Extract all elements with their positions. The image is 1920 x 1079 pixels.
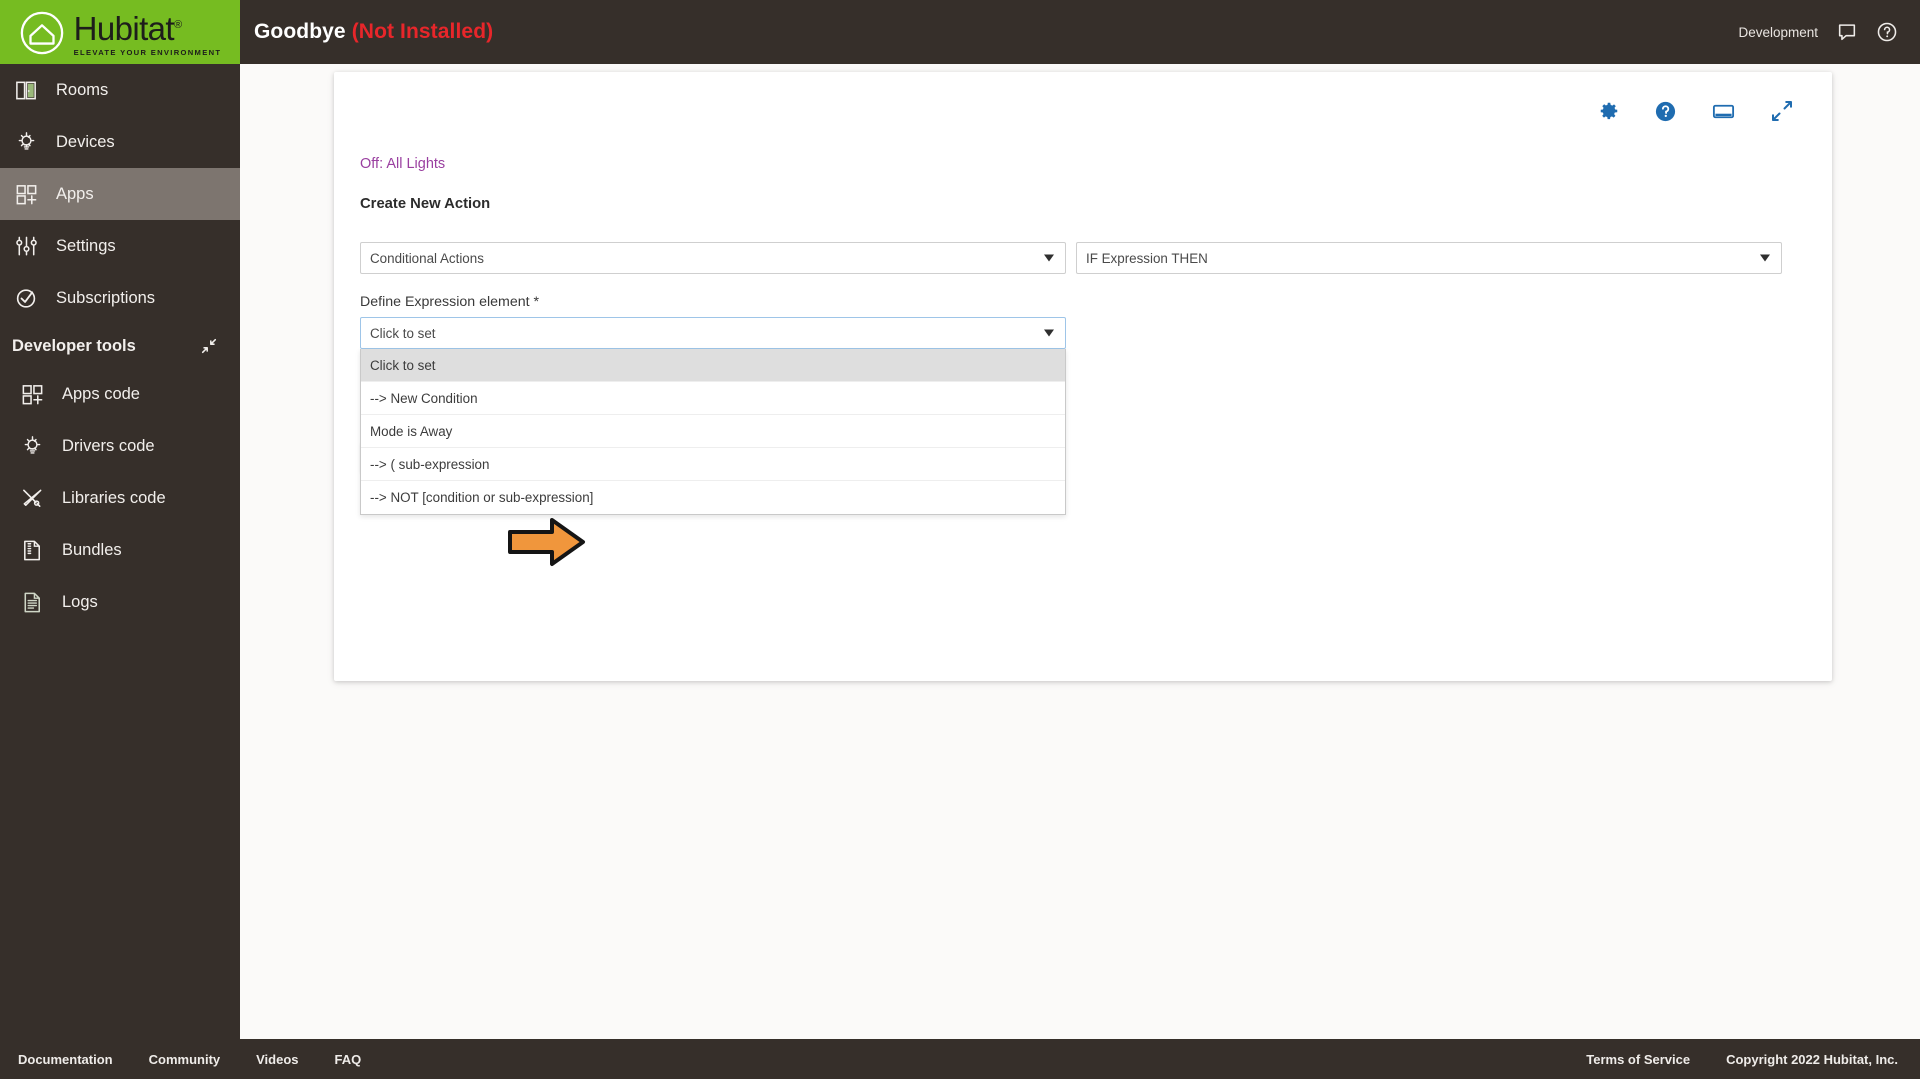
app-config-card: Off: All Lights Create New Action Condit… — [334, 72, 1832, 681]
help-circle-icon[interactable] — [1654, 100, 1677, 123]
collapse-arrows-icon[interactable] — [200, 337, 218, 355]
check-circle-icon — [12, 284, 40, 312]
sidebar-item-logs[interactable]: Logs — [0, 576, 240, 628]
footer-right-links: Terms of Service Copyright 2022 Hubitat,… — [1550, 1052, 1898, 1067]
sidebar-item-apps[interactable]: Apps — [0, 168, 240, 220]
define-expression-dropdown: Click to set --> New Condition Mode is A… — [360, 349, 1066, 515]
expression-type-select[interactable]: IF Expression THEN — [1076, 242, 1782, 274]
zip-file-icon — [18, 536, 46, 564]
sidebar-label: Settings — [56, 236, 116, 255]
install-status-badge: (Not Installed) — [351, 20, 494, 43]
define-expression-select[interactable]: Click to set — [360, 317, 1066, 349]
chevron-down-icon — [1044, 254, 1054, 262]
define-expression-field-block: Define Expression element * Click to set… — [360, 294, 1066, 515]
page-title: Goodbye (Not Installed) — [254, 20, 493, 44]
top-bar-main: Goodbye (Not Installed) Development — [240, 0, 1920, 64]
environment-label: Development — [1738, 24, 1818, 40]
sidebar-label: Logs — [62, 592, 98, 611]
gear-icon[interactable] — [1598, 100, 1620, 122]
sidebar-label: Apps code — [62, 384, 140, 403]
help-circle-icon[interactable] — [1876, 21, 1898, 43]
sidebar-item-apps-code[interactable]: Apps code — [0, 368, 240, 420]
sidebar-item-drivers-code[interactable]: Drivers code — [0, 420, 240, 472]
footer-link-documentation[interactable]: Documentation — [18, 1052, 113, 1067]
display-monitor-icon[interactable] — [1711, 99, 1736, 124]
dropdown-option-new-condition[interactable]: --> New Condition — [361, 382, 1065, 415]
sidebar-item-rooms[interactable]: Rooms — [0, 64, 240, 116]
define-expression-label: Define Expression element * — [360, 294, 540, 310]
sidebar-label: Apps — [56, 184, 94, 203]
sidebar-label: Drivers code — [62, 436, 155, 455]
card-body: Off: All Lights Create New Action Condit… — [334, 128, 1832, 552]
footer-link-terms-of-service[interactable]: Terms of Service — [1586, 1052, 1690, 1067]
top-bar: Hubitat® ELEVATE YOUR ENVIRONMENT Goodby… — [0, 0, 1920, 64]
sidebar: Rooms Devices Apps Settings Subscription… — [0, 64, 240, 1039]
apps-grid-plus-icon — [12, 180, 40, 208]
sidebar-item-settings[interactable]: Settings — [0, 220, 240, 272]
action-type-row: Conditional Actions IF Expression THEN — [360, 242, 1806, 274]
action-type-value: Conditional Actions — [370, 250, 484, 266]
apps-grid-plus-icon — [18, 380, 46, 408]
expand-arrows-icon[interactable] — [1770, 99, 1794, 123]
document-lines-icon — [18, 588, 46, 616]
footer-link-community[interactable]: Community — [149, 1052, 221, 1067]
chevron-down-icon — [1044, 329, 1054, 337]
breadcrumb[interactable]: Off: All Lights — [360, 156, 1806, 172]
page-section-title: Create New Action — [360, 196, 491, 212]
footer-link-faq[interactable]: FAQ — [335, 1052, 362, 1067]
chevron-down-icon — [1760, 254, 1770, 262]
brand-name: Hubitat® — [73, 10, 182, 47]
dropdown-option-click-to-set[interactable]: Click to set — [361, 349, 1065, 382]
hubitat-house-logo-icon — [19, 10, 65, 56]
sidebar-label: Bundles — [62, 540, 122, 559]
sidebar-section-developer-tools[interactable]: Developer tools — [0, 324, 240, 368]
sidebar-item-libraries-code[interactable]: Libraries code — [0, 472, 240, 524]
rooms-door-icon — [12, 76, 40, 104]
sidebar-label: Libraries code — [62, 488, 166, 507]
tools-wrench-screwdriver-icon — [18, 484, 46, 512]
brand-logo-area[interactable]: Hubitat® ELEVATE YOUR ENVIRONMENT — [0, 0, 240, 64]
dropdown-option-mode-is-away[interactable]: Mode is Away — [361, 415, 1065, 448]
main-content: Off: All Lights Create New Action Condit… — [240, 64, 1920, 1039]
dropdown-option-not-condition[interactable]: --> NOT [condition or sub-expression] — [361, 481, 1065, 514]
sidebar-item-bundles[interactable]: Bundles — [0, 524, 240, 576]
sidebar-label: Rooms — [56, 80, 109, 99]
brand-tagline: ELEVATE YOUR ENVIRONMENT — [73, 48, 222, 57]
dropdown-option-sub-expression[interactable]: --> ( sub-expression — [361, 448, 1065, 481]
sidebar-item-devices[interactable]: Devices — [0, 116, 240, 168]
action-type-select[interactable]: Conditional Actions — [360, 242, 1066, 274]
define-expression-value: Click to set — [370, 325, 436, 341]
lightbulb-icon — [18, 432, 46, 460]
sidebar-section-label: Developer tools — [12, 336, 136, 355]
hubitat-app-window: Hubitat® ELEVATE YOUR ENVIRONMENT Goodby… — [0, 0, 1920, 1079]
footer-left-links: Documentation Community Videos FAQ — [18, 1052, 397, 1067]
sidebar-label: Devices — [56, 132, 115, 151]
expression-type-value: IF Expression THEN — [1086, 250, 1208, 266]
sliders-icon — [12, 232, 40, 260]
lightbulb-icon — [12, 128, 40, 156]
sidebar-label: Subscriptions — [56, 288, 156, 307]
top-bar-right: Development — [1738, 21, 1898, 43]
page-title-text: Goodbye — [254, 20, 346, 43]
chat-bubble-icon[interactable] — [1836, 21, 1858, 43]
footer-link-videos[interactable]: Videos — [256, 1052, 298, 1067]
footer: Documentation Community Videos FAQ Terms… — [0, 1039, 1920, 1079]
footer-copyright: Copyright 2022 Hubitat, Inc. — [1726, 1051, 1898, 1067]
body-row: Rooms Devices Apps Settings Subscription… — [0, 64, 1920, 1039]
card-toolbar — [334, 72, 1832, 128]
brand-trademark: ® — [174, 19, 182, 31]
sidebar-item-subscriptions[interactable]: Subscriptions — [0, 272, 240, 324]
